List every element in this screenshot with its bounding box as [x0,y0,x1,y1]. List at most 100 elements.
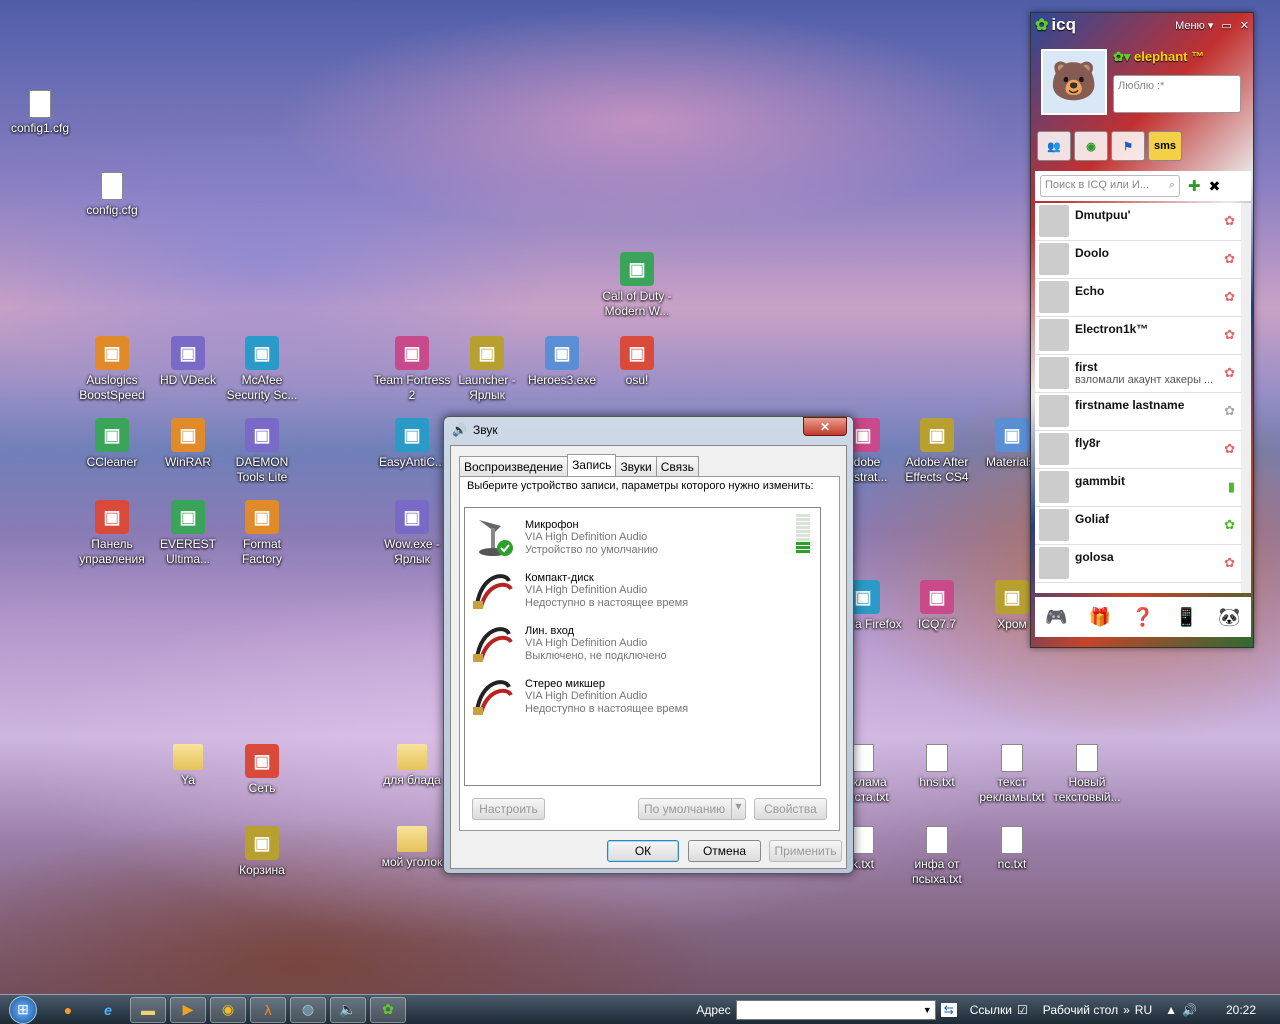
search-icon[interactable]: ⌕ [1169,179,1175,193]
desktop-icon[interactable]: Новый текстовый... [1047,744,1127,805]
contact-row[interactable]: Doolo ✿ [1035,241,1241,279]
apply-button[interactable]: Применить [769,840,842,862]
gift-icon[interactable]: 🎁 [1089,607,1111,628]
desktop-icon[interactable]: ▣ CCleaner [72,418,152,470]
sound-dialog[interactable]: 🔊 Звук ✕ Воспроизведение Запись Звуки Св… [443,416,854,874]
icq-menu-button[interactable]: Меню ▾ [1175,19,1213,32]
icq-taskbar-icon[interactable]: ✿ [370,996,406,1023]
sms-tab-icon[interactable]: sms [1148,131,1182,161]
desktop-icon[interactable]: инфа от псыха.txt [897,826,977,887]
links-toolbar[interactable]: Ссылки [970,1003,1012,1017]
device-list[interactable]: Микрофон VIA High Definition Audio Устройс… [464,507,821,786]
panda-icon[interactable]: 🐼 [1218,607,1240,628]
explorer-icon[interactable]: ▬ [130,996,166,1023]
set-default-button[interactable]: По умолчанию ▾ [638,798,746,820]
desktop-toolbar[interactable]: Рабочий стол [1043,1003,1118,1017]
contact-row[interactable]: Echo ✿ [1035,279,1241,317]
contact-row[interactable]: Goliaf ✿ [1035,507,1241,545]
checkbox-icon[interactable]: ☑ [1017,1003,1028,1017]
tray-expand-icon[interactable]: ▲ [1165,1003,1177,1017]
question-icon[interactable]: ❓ [1132,607,1154,628]
tab-recording[interactable]: Запись [567,454,617,476]
network-icon[interactable]: ◍ [290,996,326,1023]
desktop-icon[interactable]: мой уголок [372,826,452,870]
tab-communications[interactable]: Связь [655,456,699,476]
icq-search-input[interactable]: Поиск в ICQ или И... ⌕ [1040,175,1180,197]
chevron-down-icon[interactable]: ▾ [731,799,745,819]
desktop-icon[interactable]: текст рекламы.txt [972,744,1052,805]
chrome-icon[interactable]: ◉ [210,996,246,1023]
desktop-icon[interactable]: ▣ EasyAntiC... [372,418,452,470]
address-input[interactable]: ▼ [735,999,936,1020]
configure-button[interactable]: Настроить [472,798,545,820]
icq-window[interactable]: ✿ icq Меню ▾ ▭ ✕ 🐻 ✿▾ elephant ™ Люблю :*… [1030,12,1254,648]
dialog-titlebar[interactable]: 🔊 Звук [444,417,853,443]
desktop-icon[interactable]: ▣ Heroes3.exe [522,336,602,388]
minimize-icon[interactable]: ▭ [1221,19,1231,32]
desktop-icon[interactable]: ▣ Wow.exe - Ярлык [372,500,452,567]
contact-row[interactable]: golosa ✿ [1035,545,1241,583]
sound-icon[interactable]: 🔈 [330,996,366,1023]
desktop-icon[interactable]: ▣ WinRAR [148,418,228,470]
desktop-icon[interactable]: ▣ Launcher - Ярлык [447,336,527,403]
desktop-icon[interactable]: ▣ DAEMON Tools Lite [222,418,302,485]
avatar[interactable]: 🐻 [1041,49,1107,115]
desktop-icon[interactable]: ▣ ICQ7.7 [897,580,977,632]
settings-icon[interactable]: ✖ [1209,178,1221,195]
start-button[interactable]: ⊞ [0,995,46,1024]
volume-icon[interactable]: 🔊 [1182,1003,1197,1017]
desktop-icon[interactable]: ▣ Team Fortress 2 [372,336,452,403]
contact-row[interactable]: fly8r ✿ [1035,431,1241,469]
chevron-right-icon[interactable]: » [1123,1003,1130,1017]
contact-row[interactable]: first взломали акаунт хакеры ... ✿ [1035,355,1241,393]
status-flower-icon[interactable]: ✿▾ [1113,49,1130,64]
status-message-input[interactable]: Люблю :* [1113,75,1241,113]
desktop-icon[interactable]: Ya [148,744,228,788]
contact-row[interactable]: Dmutpuu' ✿ [1035,203,1241,241]
desktop-icon[interactable]: ▣ McAfee Security Sc... [222,336,302,403]
ie-icon[interactable]: e [90,997,126,1023]
games-icon[interactable]: 🎮 [1045,607,1067,628]
half-life-icon[interactable]: λ [250,996,286,1023]
contact-row[interactable]: Electron1k™ ✿ [1035,317,1241,355]
contact-list[interactable]: Dmutpuu' ✿ Doolo ✿ Echo ✿ Electron1k™ ✿ first взл… [1035,203,1251,593]
desktop-icon[interactable]: для блада [372,744,452,788]
desktop-icon[interactable]: hns.txt [897,744,977,790]
desktop-icon[interactable]: config1.cfg [0,90,80,136]
desktop-icon[interactable]: nc.txt [972,826,1052,872]
close-icon[interactable]: ✕ [1240,19,1249,32]
go-icon[interactable]: ⇆ [940,1002,957,1017]
ok-button[interactable]: ОК [607,840,679,862]
desktop-icon[interactable]: ▣ osu! [597,336,677,388]
desktop-icon[interactable]: ▣ EVEREST Ultima... [148,500,228,567]
contacts-tab-icon[interactable]: 👥 [1037,131,1071,161]
desktop-icon[interactable]: ▣ Format Factory [222,500,302,567]
firefox-icon[interactable]: ● [50,997,86,1023]
desktop-icon[interactable]: ▣ HD VDeck [148,336,228,388]
desktop-icon[interactable]: ▣ Сеть [222,744,302,796]
recording-device[interactable]: Стерео микшер VIA High Definition Audio Не… [465,667,820,720]
recording-device[interactable]: Лин. вход VIA High Definition Audio Выключ… [465,614,820,667]
flag-tab-icon[interactable]: ⚑ [1111,131,1145,161]
recording-device[interactable]: Компакт-диск VIA High Definition Audio Нед… [465,561,820,614]
close-button[interactable]: ✕ [803,417,847,436]
phone-icon[interactable]: 📱 [1175,607,1197,628]
properties-button[interactable]: Свойства [754,798,827,820]
contact-row[interactable]: gammbit ▮ [1035,469,1241,507]
tab-playback[interactable]: Воспроизведение [459,456,569,476]
desktop-icon[interactable]: ▣ Корзина [222,826,302,878]
cancel-button[interactable]: Отмена [688,840,761,862]
icq-titlebar[interactable]: ✿ icq Меню ▾ ▭ ✕ [1031,13,1253,37]
chevron-down-icon[interactable]: ▼ [923,1005,932,1015]
desktop-icon[interactable]: config.cfg [72,172,152,218]
desktop-icon[interactable]: ▣ Adobe After Effects CS4 [897,418,977,485]
contact-row[interactable]: firstname lastname ✿ [1035,393,1241,431]
clock[interactable]: 20:22 [1226,1003,1256,1017]
add-contact-icon[interactable]: ✚ [1188,177,1201,195]
username[interactable]: ✿▾ elephant ™ [1113,49,1204,65]
media-player-icon[interactable]: ▶ [170,996,206,1023]
desktop-icon[interactable]: ▣ Панель управления [72,500,152,567]
tab-sounds[interactable]: Звуки [615,456,657,476]
language-indicator[interactable]: RU [1135,1003,1152,1017]
recording-device[interactable]: Микрофон VIA High Definition Audio Устройс… [465,508,820,561]
